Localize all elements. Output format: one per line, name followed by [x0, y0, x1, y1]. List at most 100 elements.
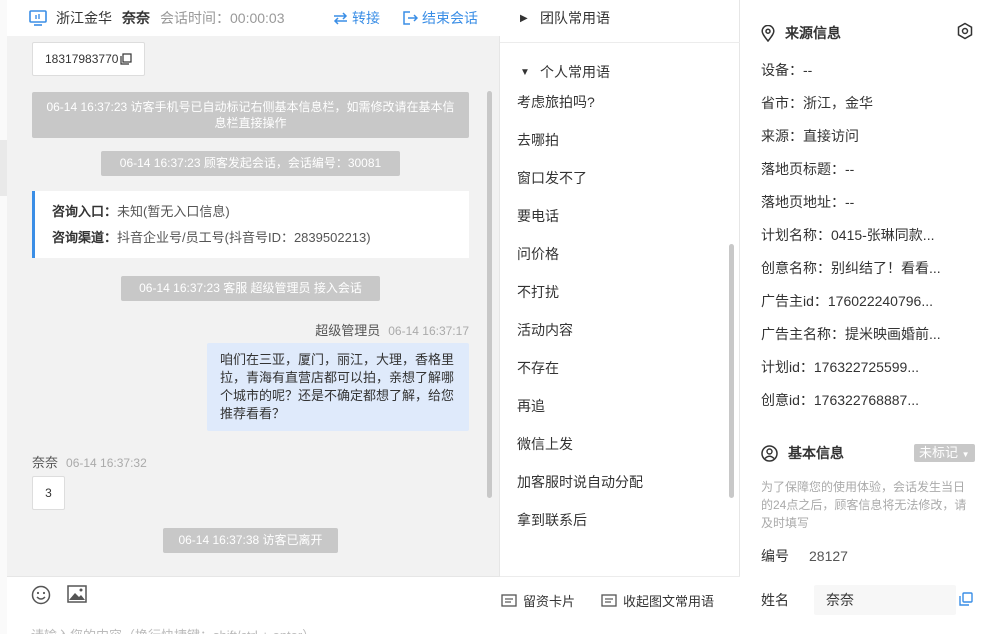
- collapse-tab[interactable]: [0, 140, 7, 196]
- quick-group-team-label: 团队常用语: [540, 10, 610, 26]
- transfer-button[interactable]: 转接: [333, 8, 380, 28]
- phrase-item[interactable]: 窗口发不了: [517, 159, 717, 197]
- image-icon[interactable]: [67, 585, 87, 603]
- end-session-label: 结束会话: [422, 10, 478, 26]
- phrase-item[interactable]: 不打扰: [517, 273, 717, 311]
- system-message: 06-14 16:37:23 顾客发起会话，会话编号：30081: [101, 151, 400, 176]
- info-card-label: 留资卡片: [523, 594, 576, 609]
- emoji-icon[interactable]: [31, 585, 51, 605]
- copy-icon[interactable]: [120, 53, 133, 65]
- source-row-landing-url: 落地页地址：--: [761, 194, 855, 210]
- basic-info-title: 基本信息: [761, 443, 844, 463]
- visitor-info-panel: 来源信息 设备：-- 省市：浙江，金华 来源：直接访问 落地页标题：-- 落地页…: [741, 0, 986, 634]
- chat-scrollbar[interactable]: [487, 91, 492, 498]
- source-row-device: 设备：--: [761, 62, 813, 78]
- collapse-phrases-label: 收起图文常用语: [623, 594, 715, 609]
- collapse-phrases-button[interactable]: 收起图文常用语: [601, 591, 714, 610]
- customer-number-value: 28127: [809, 548, 848, 564]
- phrase-item[interactable]: 再追: [517, 387, 717, 425]
- phrase-item[interactable]: 加客服时说自动分配: [517, 463, 717, 501]
- consult-channel-value: 抖音企业号/员工号(抖音号ID：2839502213): [117, 230, 371, 245]
- quick-group-personal-label: 个人常用语: [540, 64, 610, 80]
- source-row-source: 来源：直接访问: [761, 128, 859, 144]
- visitor-message-meta: 奈奈 06-14 16:37:32: [32, 452, 147, 471]
- source-row-plan-name: 计划名称：0415-张琳同款...: [761, 227, 935, 243]
- phrase-item[interactable]: 微信上发: [517, 425, 717, 463]
- quick-group-personal[interactable]: ▼ 个人常用语: [520, 62, 610, 82]
- consult-channel-key: 咨询渠道：: [52, 230, 118, 245]
- source-row-creative-id: 创意id：176322768887...: [761, 392, 919, 408]
- system-message: 06-14 16:37:38 访客已离开: [163, 528, 338, 553]
- customer-number-label: 编号: [761, 548, 789, 564]
- quick-reply-footer: 留资卡片 收起图文常用语: [500, 576, 740, 634]
- phrase-list: 考虑旅拍吗? 去哪拍 窗口发不了 要电话 问价格 不打扰 活动内容 不存在 再追…: [517, 83, 717, 539]
- tag-status-label: 未标记: [919, 445, 959, 460]
- caret-down-icon: ▼: [520, 66, 530, 78]
- visitor-location: 浙江金华: [56, 10, 112, 26]
- source-info-label: 来源信息: [785, 25, 841, 41]
- card-icon: [501, 593, 517, 607]
- source-row-plan-id: 计划id：176322725599...: [761, 359, 919, 375]
- phrase-item[interactable]: 不存在: [517, 349, 717, 387]
- quick-reply-panel: ▶ 团队常用语 ▼ 个人常用语 考虑旅拍吗? 去哪拍 窗口发不了 要电话 问价格…: [500, 0, 740, 634]
- agent-time: 06-14 16:37:17: [388, 324, 469, 338]
- phrase-scrollbar[interactable]: [729, 244, 734, 498]
- agent-message-bubble: 咱们在三亚，厦门，丽江，大理，香格里拉，青海有直营店都可以拍，亲想了解哪个城市的…: [207, 343, 469, 431]
- consult-entry-row: 咨询入口：未知(暂无入口信息): [52, 199, 469, 225]
- session-timer: 会话时间：00:00:03: [160, 10, 285, 26]
- user-circle-icon: [761, 444, 778, 462]
- left-edge: [0, 0, 7, 634]
- source-row-landing-title: 落地页标题：--: [761, 161, 855, 177]
- source-row-advertiser-name: 广告主名称：提米映画婚前...: [761, 326, 941, 342]
- chat-panel: 浙江金华 奈奈 会话时间：00:00:03 转接 结束会话 1831798377…: [0, 0, 500, 634]
- phrase-item[interactable]: 要电话: [517, 197, 717, 235]
- caret-down-icon: ▼: [961, 450, 970, 459]
- end-session-button[interactable]: 结束会话: [403, 8, 478, 28]
- phone-number: 18317983770: [45, 52, 119, 66]
- phrase-item[interactable]: 考虑旅拍吗?: [517, 83, 717, 121]
- consult-card: 咨询入口：未知(暂无入口信息) 咨询渠道：抖音企业号/员工号(抖音号ID：283…: [32, 191, 469, 258]
- source-info-rows: 设备：-- 省市：浙江，金华 来源：直接访问 落地页标题：-- 落地页地址：--…: [761, 54, 976, 417]
- source-row-creative-name: 创意名称：别纠结了！看看...: [761, 260, 941, 276]
- monitor-icon: [29, 10, 47, 26]
- visitor-message-bubble: 3: [32, 476, 65, 510]
- compose-area: 请输入您的内容（换行快捷键：shift/ctrl + enter）: [7, 576, 500, 634]
- consult-entry-key: 咨询入口：: [52, 204, 118, 219]
- phone-chip[interactable]: 18317983770: [32, 42, 146, 76]
- exit-icon: [403, 11, 418, 25]
- location-pin-icon: [761, 24, 775, 42]
- agent-message-meta: 超级管理员 06-14 16:37:17: [315, 320, 469, 339]
- divider: [500, 42, 740, 43]
- phrase-item[interactable]: 活动内容: [517, 311, 717, 349]
- system-message: 06-14 16:37:23 访客手机号已自动标记右侧基本信息栏，如需修改请在基…: [32, 92, 469, 138]
- visitor-name: 奈奈: [32, 455, 59, 470]
- info-card-button[interactable]: 留资卡片: [501, 591, 575, 610]
- settings-icon[interactable]: [956, 22, 974, 40]
- card-icon: [601, 593, 617, 607]
- system-message: 06-14 16:37:23 客服 超级管理员 接入会话: [121, 276, 380, 301]
- chat-header: 浙江金华 奈奈 会话时间：00:00:03 转接 结束会话: [7, 0, 500, 36]
- agent-name: 超级管理员: [315, 323, 381, 338]
- consult-channel-row: 咨询渠道：抖音企业号/员工号(抖音号ID：2839502213): [52, 225, 469, 251]
- source-row-advertiser-id: 广告主id：176022240796...: [761, 293, 933, 309]
- source-info-title: 来源信息: [761, 23, 841, 43]
- transfer-label: 转接: [352, 10, 380, 26]
- edit-notice: 为了保障您的使用体验，会话发生当日的24点之后，顾客信息将无法修改，请及时填写: [761, 480, 967, 530]
- message-list: 18317983770 06-14 16:37:23 访客手机号已自动标记右侧基…: [7, 36, 500, 576]
- customer-name-label: 姓名: [761, 592, 789, 608]
- tag-status-dropdown[interactable]: 未标记 ▼: [914, 444, 975, 462]
- consult-entry-value: 未知(暂无入口信息): [117, 204, 230, 219]
- source-row-region: 省市：浙江，金华: [761, 95, 873, 111]
- phrase-item[interactable]: 拿到联系后: [517, 501, 717, 539]
- copy-icon[interactable]: [959, 592, 973, 606]
- customer-name-input[interactable]: 奈奈: [814, 585, 956, 615]
- transfer-icon: [333, 11, 348, 25]
- visitor-name: 奈奈: [122, 10, 150, 26]
- message-input[interactable]: 请输入您的内容（换行快捷键：shift/ctrl + enter）: [31, 625, 315, 634]
- quick-group-team[interactable]: ▶ 团队常用语: [520, 8, 610, 28]
- basic-info-label: 基本信息: [788, 445, 844, 461]
- phrase-item[interactable]: 问价格: [517, 235, 717, 273]
- customer-number-field: 编号 28127: [761, 546, 848, 566]
- phrase-item[interactable]: 去哪拍: [517, 121, 717, 159]
- caret-right-icon: ▶: [520, 12, 528, 24]
